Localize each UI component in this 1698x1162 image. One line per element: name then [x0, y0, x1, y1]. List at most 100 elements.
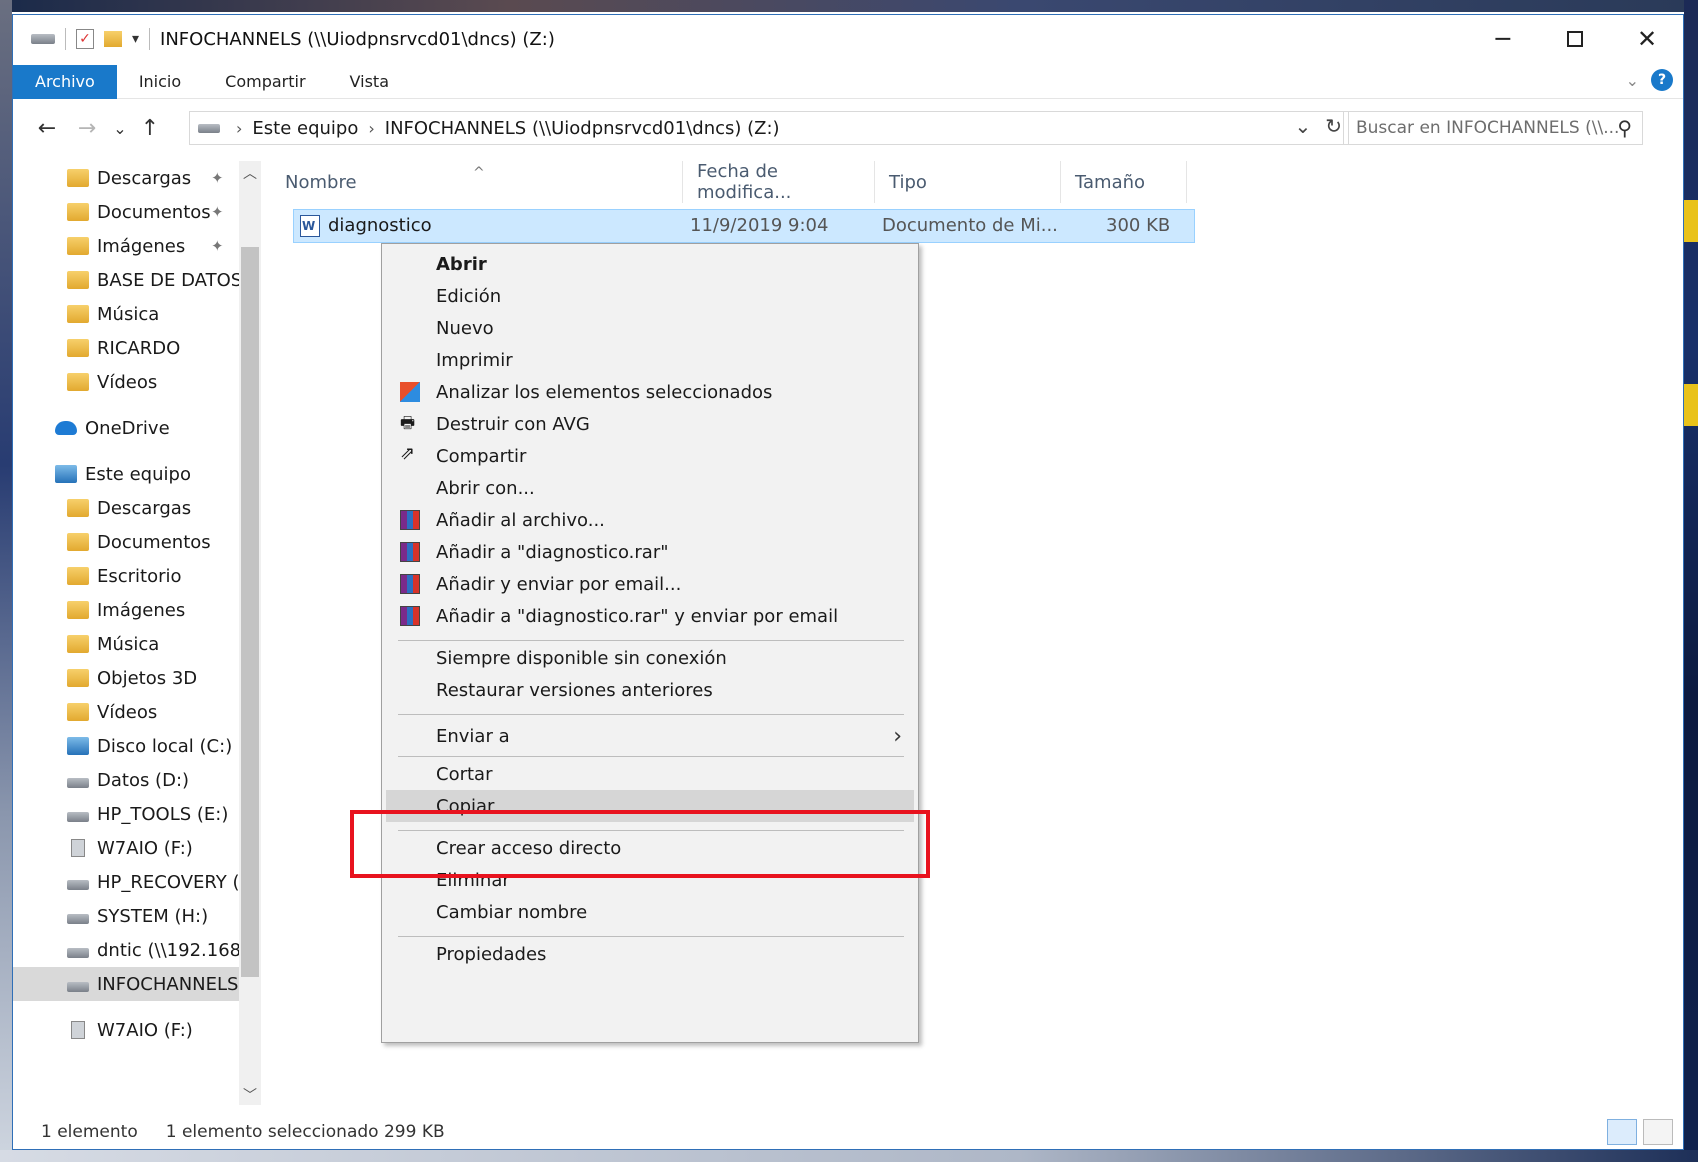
nav-item-ricardo[interactable]: RICARDO: [13, 331, 239, 365]
menu-item-abrir-con[interactable]: Abrir con...: [386, 472, 914, 504]
nav-pane-scrollbar[interactable]: ︿ ﹀: [239, 161, 261, 1105]
word-document-icon: [300, 215, 320, 237]
local-disk-icon: [67, 737, 89, 755]
tab-archivo[interactable]: Archivo: [13, 64, 117, 99]
address-bar[interactable]: › Este equipo › INFOCHANNELS (\\Uiodpnsr…: [189, 111, 1349, 145]
desktop-background-bottom: [0, 1150, 1698, 1162]
menu-item-cortar[interactable]: Cortar: [386, 758, 914, 790]
refresh-icon[interactable]: ↻: [1325, 114, 1342, 138]
nav-item-system-h[interactable]: SYSTEM (H:): [13, 899, 239, 933]
menu-item-nuevo[interactable]: Nuevo: [386, 312, 914, 344]
drive-icon: [67, 914, 89, 924]
minimize-button[interactable]: ─: [1467, 15, 1539, 63]
menu-item-propiedades[interactable]: Propiedades: [386, 938, 914, 970]
nav-item-imagenes-quick[interactable]: Imágenes ✦: [13, 229, 239, 263]
desktop-background-top: [0, 0, 1698, 12]
column-header-nombre[interactable]: Nombre: [271, 161, 683, 203]
tab-compartir[interactable]: Compartir: [203, 65, 327, 99]
nav-item-videos[interactable]: Vídeos: [13, 695, 239, 729]
menu-item-anadir-rar[interactable]: Añadir a "diagnostico.rar": [386, 536, 914, 568]
menu-item-compartir[interactable]: ⇗ Compartir: [386, 440, 914, 472]
menu-item-cambiar-nombre[interactable]: Cambiar nombre: [386, 896, 914, 928]
winrar-icon: [400, 574, 420, 594]
navigation-row: ← → ⌄ ↑ › Este equipo › INFOCHANNELS (\\…: [13, 105, 1683, 151]
back-button[interactable]: ←: [27, 116, 67, 141]
menu-item-analizar[interactable]: Analizar los elementos seleccionados: [386, 376, 914, 408]
nav-item-descargas[interactable]: Descargas: [13, 491, 239, 525]
large-icons-view-icon[interactable]: [1643, 1119, 1673, 1145]
properties-check-icon[interactable]: ✓: [76, 29, 94, 49]
menu-item-anadir-rar-email[interactable]: Añadir a "diagnostico.rar" y enviar por …: [386, 600, 914, 632]
menu-item-anadir-archivo[interactable]: Añadir al archivo...: [386, 504, 914, 536]
new-folder-icon[interactable]: [104, 31, 122, 47]
tab-vista[interactable]: Vista: [328, 65, 411, 99]
winrar-icon: [400, 606, 420, 626]
help-icon[interactable]: ?: [1651, 69, 1673, 91]
column-header-fecha[interactable]: Fecha de modifica...: [683, 161, 875, 203]
window-title: INFOCHANNELS (\\Uiodpnsrvcd01\dncs) (Z:): [160, 28, 555, 50]
usb-drive-icon: [71, 839, 85, 857]
forward-button[interactable]: →: [67, 116, 107, 141]
nav-item-videos-quick[interactable]: Vídeos: [13, 365, 239, 399]
breadcrumb-este-equipo[interactable]: Este equipo: [252, 118, 358, 139]
menu-item-imprimir[interactable]: Imprimir: [386, 344, 914, 376]
up-button[interactable]: ↑: [133, 116, 167, 141]
nav-item-base-de-datos[interactable]: BASE DE DATOS: [13, 263, 239, 297]
nav-item-hp-recovery[interactable]: HP_RECOVERY (G:): [13, 865, 239, 899]
menu-item-edicion[interactable]: Edición: [386, 280, 914, 312]
nav-item-datos-d[interactable]: Datos (D:): [13, 763, 239, 797]
nav-item-disco-local-c[interactable]: Disco local (C:): [13, 729, 239, 763]
nav-item-descargas-quick[interactable]: Descargas ✦: [13, 161, 239, 195]
scroll-up-icon[interactable]: ︿: [239, 163, 261, 183]
nav-item-w7aio-f[interactable]: W7AIO (F:): [13, 831, 239, 865]
maximize-icon: [1567, 31, 1583, 47]
nav-item-objetos-3d[interactable]: Objetos 3D: [13, 661, 239, 695]
nav-item-onedrive[interactable]: OneDrive: [13, 411, 239, 445]
nav-item-musica-quick[interactable]: Música: [13, 297, 239, 331]
file-row-diagnostico[interactable]: diagnostico 11/9/2019 9:04 Documento de …: [293, 209, 1195, 243]
shredder-icon: 🖶: [400, 413, 416, 432]
details-view-icon[interactable]: [1607, 1119, 1637, 1145]
documents-folder-icon: [67, 203, 89, 221]
nav-item-hp-tools-e[interactable]: HP_TOOLS (E:): [13, 797, 239, 831]
nav-item-dntic[interactable]: dntic (\\192.168.: [13, 933, 239, 967]
customize-toolbar-icon[interactable]: ▾: [132, 31, 139, 47]
menu-item-sin-conexion[interactable]: Siempre disponible sin conexión: [386, 642, 914, 674]
scroll-down-icon[interactable]: ﹀: [239, 1085, 261, 1105]
folder-icon: [67, 339, 89, 357]
nav-item-escritorio[interactable]: Escritorio: [13, 559, 239, 593]
breadcrumb-current-location[interactable]: INFOCHANNELS (\\Uiodpnsrvcd01\dncs) (Z:): [385, 118, 780, 139]
menu-item-destruir-avg[interactable]: 🖶 Destruir con AVG: [386, 408, 914, 440]
search-input[interactable]: Buscar en INFOCHANNELS (\\... ⚲: [1343, 111, 1643, 145]
desktop-yellow-mark: [1684, 384, 1698, 426]
recent-locations-button[interactable]: ⌄: [107, 119, 133, 138]
expand-ribbon-icon[interactable]: ⌄: [1626, 71, 1639, 90]
column-header-tamano[interactable]: Tamaño: [1061, 161, 1187, 203]
view-switcher: [1607, 1119, 1673, 1145]
nav-item-w7aio-f-removable[interactable]: W7AIO (F:): [13, 1013, 239, 1047]
item-count: 1 elemento: [41, 1122, 138, 1142]
menu-item-restaurar-versiones[interactable]: Restaurar versiones anteriores: [386, 674, 914, 706]
scrollbar-thumb[interactable]: [241, 247, 259, 977]
menu-item-abrir[interactable]: Abrir: [386, 248, 914, 280]
menu-separator: [398, 936, 904, 937]
tab-inicio[interactable]: Inicio: [117, 65, 203, 99]
nav-item-documentos[interactable]: Documentos: [13, 525, 239, 559]
nav-item-documentos-quick[interactable]: Documentos ✦: [13, 195, 239, 229]
maximize-button[interactable]: [1539, 15, 1611, 63]
menu-item-anadir-email[interactable]: Añadir y enviar por email...: [386, 568, 914, 600]
pin-icon: ✦: [211, 237, 224, 255]
close-button[interactable]: ✕: [1611, 15, 1683, 63]
search-icon: ⚲: [1617, 116, 1632, 140]
videos-folder-icon: [67, 703, 89, 721]
nav-item-infochannels[interactable]: INFOCHANNELS: [13, 967, 239, 1001]
nav-item-imagenes[interactable]: Imágenes: [13, 593, 239, 627]
desktop-background-right: [1684, 0, 1698, 1162]
nav-item-este-equipo[interactable]: Este equipo: [13, 457, 239, 491]
documents-folder-icon: [67, 533, 89, 551]
menu-item-enviar-a[interactable]: Enviar a ›: [386, 716, 914, 756]
column-header-tipo[interactable]: Tipo: [875, 161, 1061, 203]
address-dropdown-icon[interactable]: ⌄: [1294, 114, 1311, 138]
nav-item-musica[interactable]: Música: [13, 627, 239, 661]
winrar-icon: [400, 510, 420, 530]
